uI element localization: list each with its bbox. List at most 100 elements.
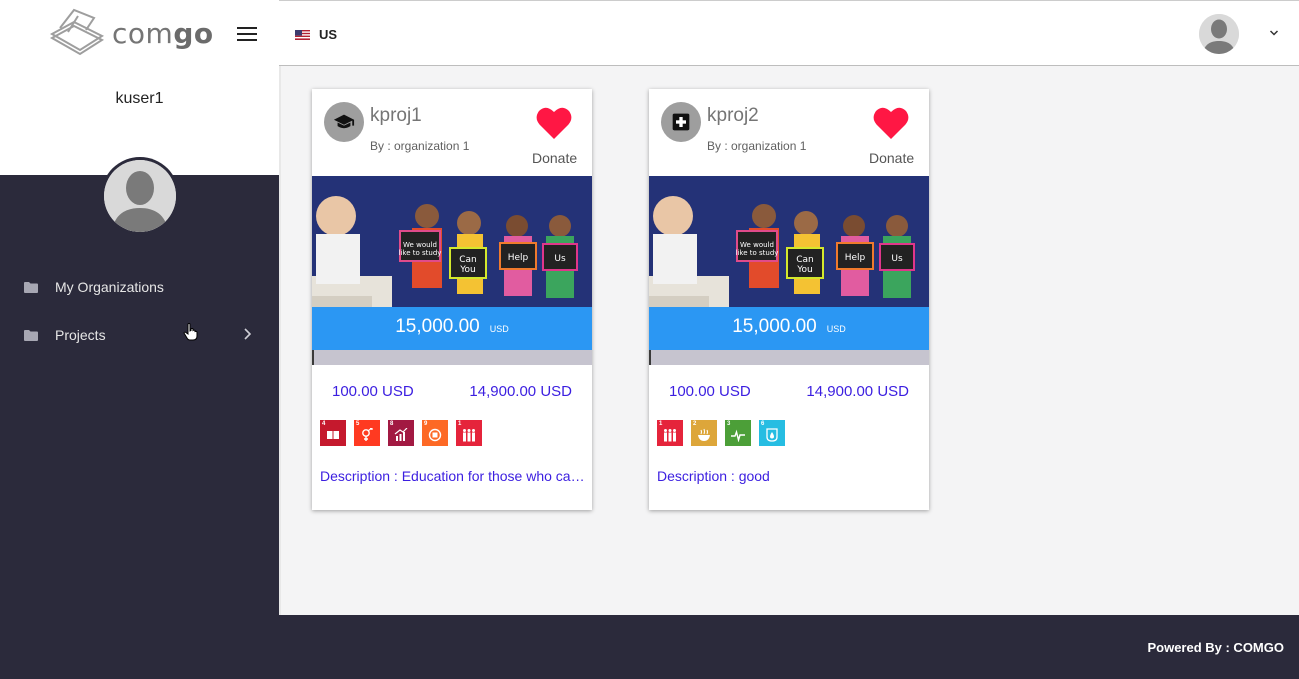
goal-amount: 15,000.00 [732,316,817,337]
svg-text:like to study: like to study [736,249,779,257]
folder-icon [24,329,38,341]
sidebar-avatar[interactable] [101,157,179,235]
sdg-goals: 1 2 3 6 [649,420,929,446]
comgo-logo-icon [49,8,105,56]
chevron-down-icon[interactable] [1269,29,1279,37]
footer: Powered By : COMGO [279,615,1299,679]
hand-cursor-icon [183,323,198,341]
sdg-goal-badge[interactable]: 9 [422,420,448,446]
goal-amount-bar: 15,000.00 USD [312,307,592,350]
medical-cross-icon [672,113,690,131]
project-image: We would like to study Can You Help Us [649,176,929,307]
sdg-goal-number: 4 [322,421,326,427]
sdg-goals: 4 5 8 9 1 [312,420,592,446]
svg-text:You: You [459,265,476,275]
funding-progress-fill [312,350,314,365]
sidebar-username: kuser1 [115,90,164,107]
funding-progress-fill [649,350,651,365]
project-card-header: kproj1 By : organization 1 Donate [312,89,592,176]
project-title[interactable]: kproj1 [370,105,422,127]
folder-icon [24,281,38,293]
project-organization: By : organization 1 [370,139,470,153]
graduation-cap-icon [333,114,355,129]
brand-name-light: com [112,16,174,50]
remaining-amount: 14,900.00 USD [469,383,572,400]
brand-name-bold: go [173,16,214,50]
sdg-goal-badge[interactable]: 8 [388,420,414,446]
svg-text:Can: Can [459,255,477,265]
project-card-header: kproj2 By : organization 1 Donate [649,89,929,176]
funding-progress-bar [312,350,592,365]
sdg-goal-number: 3 [727,421,731,427]
donate-label: Donate [532,150,578,166]
heart-icon [536,107,572,139]
sidebar-item-my-organizations[interactable]: My Organizations [0,263,279,311]
project-description: Description : Education for those who ca… [320,468,592,484]
sidebar-item-label: My Organizations [55,279,164,295]
project-title[interactable]: kproj2 [707,105,759,127]
donate-button[interactable]: Donate [869,106,915,166]
goal-currency: USD [489,324,509,334]
raised-amount: 100.00 USD [669,383,751,400]
user-silhouette-icon [1199,14,1239,54]
svg-text:like to study: like to study [399,249,442,257]
funding-progress-bar [649,350,929,365]
children-with-signs-image: We would like to study Can You Help Us [649,176,929,307]
sdg-goal-badge[interactable]: 6 [759,420,785,446]
sdg-goal-number: 5 [356,421,360,427]
sidebar-profile-panel: comgo kuser1 [0,0,279,175]
chevron-right-icon [244,328,251,340]
heart-icon [873,107,909,139]
sdg-goal-badge[interactable]: 5 [354,420,380,446]
bowl-icon [698,428,710,441]
sidebar-item-label: Projects [55,327,106,343]
family-icon [463,429,475,442]
cubes-icon [428,428,442,442]
svg-text:Help: Help [508,253,529,263]
remaining-amount: 14,900.00 USD [806,383,909,400]
svg-text:Us: Us [554,254,566,264]
donate-label: Donate [869,150,915,166]
header-avatar[interactable] [1199,14,1239,54]
brand-name: comgo [112,17,214,50]
sdg-goal-badge[interactable]: 4 [320,420,346,446]
sdg-goal-number: 2 [693,421,697,427]
us-flag-icon [295,29,310,40]
water-drop-icon [766,428,778,442]
gender-icon [362,428,373,441]
category-badge [324,102,364,142]
goal-amount-bar: 15,000.00 USD [649,307,929,350]
goal-currency: USD [826,324,846,334]
project-card[interactable]: kproj2 By : organization 1 Donate We wou… [649,89,929,510]
goal-amount: 15,000.00 [395,316,480,337]
language-label: US [319,27,338,42]
sidebar: comgo kuser1 My Organizations Projects [0,0,279,679]
category-badge [661,102,701,142]
family-icon [664,429,676,442]
donate-button[interactable]: Donate [532,106,578,166]
project-image: We would like to study Can You Help Us [312,176,592,307]
project-card[interactable]: kproj1 By : organization 1 Donate We wou… [312,89,592,510]
raised-amount: 100.00 USD [332,383,414,400]
svg-text:You: You [796,265,813,275]
user-silhouette-icon [104,160,176,232]
sdg-goal-badge[interactable]: 1 [657,420,683,446]
book-icon [327,431,339,439]
growth-chart-icon [394,428,408,441]
sdg-goal-number: 8 [390,421,394,427]
svg-text:Help: Help [845,253,866,263]
sidebar-nav: My Organizations Projects [0,263,279,359]
language-selector[interactable]: US [295,27,337,42]
sdg-goal-badge[interactable]: 1 [456,420,482,446]
sdg-goal-number: 9 [424,421,428,427]
brand[interactable]: comgo [48,8,214,58]
menu-toggle-icon[interactable] [237,27,257,41]
sdg-goal-badge[interactable]: 2 [691,420,717,446]
project-description: Description : good [657,468,770,484]
sdg-goal-badge[interactable]: 3 [725,420,751,446]
svg-text:We would: We would [403,241,437,249]
sidebar-item-projects[interactable]: Projects [0,311,279,359]
svg-text:Can: Can [796,255,814,265]
funding-stats: 100.00 USD 14,900.00 USD [312,383,592,400]
svg-text:Us: Us [891,254,903,264]
